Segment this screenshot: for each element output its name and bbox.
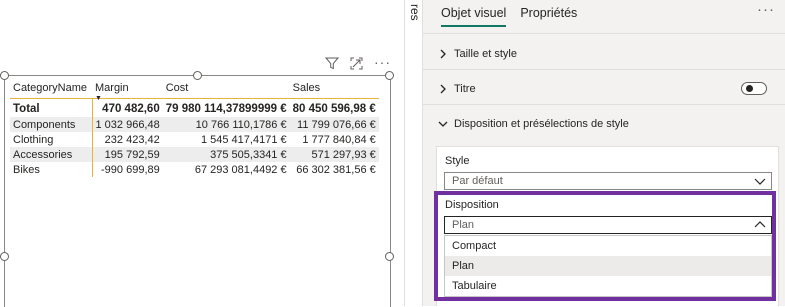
row-margin: 195 792,59	[92, 147, 163, 162]
format-pane: Objet visuel Propriétés ··· Taille et st…	[423, 0, 785, 306]
section-titre[interactable]: Titre	[423, 73, 785, 105]
column-header-cost[interactable]: Cost	[162, 79, 290, 99]
section-label: Disposition et présélections de style	[454, 118, 629, 130]
row-label: Accessories	[10, 147, 93, 162]
disposition-dropdown-value: Plan	[452, 219, 475, 231]
column-header-margin-label: Margin	[95, 82, 129, 94]
chevron-up-icon	[754, 220, 766, 233]
disposition-options-menu: Compact Plan Tabulaire	[444, 235, 772, 297]
matrix-table: CategoryName Margin ▼ Cost Sales Total 47…	[10, 79, 379, 177]
section-label: Titre	[454, 82, 476, 95]
resize-handle-middle-left[interactable]	[0, 252, 9, 261]
row-label: Bikes	[10, 162, 93, 177]
total-row: Total 470 482,60 79 980 114,37899999 € 8…	[10, 98, 379, 117]
section-disposition[interactable]: Disposition et présélections de style	[423, 108, 785, 140]
titre-toggle[interactable]	[741, 82, 767, 95]
collapsed-pane-strip[interactable]	[405, 0, 423, 306]
row-cost: 1 545 417,4171 €	[200, 133, 287, 146]
total-cost: 79 980 114,37899999 €	[165, 102, 287, 115]
row-margin: 1 032 966,48	[92, 117, 163, 132]
row-sales: 11 799 076,66 €	[289, 117, 379, 132]
toggle-knob	[746, 85, 753, 92]
row-margin: 232 423,42	[104, 133, 160, 146]
tabs-divider	[423, 33, 785, 34]
chevron-down-icon	[754, 176, 766, 189]
resize-handle-middle-right[interactable]	[385, 252, 394, 261]
tab-proprietes[interactable]: Propriétés	[520, 6, 577, 27]
table-row[interactable]: Bikes -990 699,89 67 293 081,4492 € 66 3…	[10, 162, 379, 177]
chevron-right-icon	[432, 84, 454, 94]
matrix-header-row: CategoryName Margin ▼ Cost Sales	[10, 79, 379, 102]
style-dropdown[interactable]: Par défaut	[444, 172, 772, 190]
filter-icon[interactable]	[325, 57, 339, 70]
resize-handle-top-left[interactable]	[0, 71, 9, 80]
table-row[interactable]: Accessories 195 792,59 375 505,3341 € 57…	[10, 147, 379, 162]
option-plan[interactable]: Plan	[445, 256, 771, 276]
option-tabulaire[interactable]: Tabulaire	[445, 276, 771, 296]
row-sales: 66 302 381,56 €	[296, 163, 376, 176]
more-options-icon[interactable]: ···	[757, 1, 775, 18]
section-label: Taille et style	[454, 47, 517, 60]
row-cost: 10 766 110,1786 €	[162, 117, 290, 132]
report-canvas: ··· CategoryName Margin ▼ Cost Sales Tota…	[0, 0, 404, 307]
table-row[interactable]: Components 1 032 966,48 10 766 110,1786 …	[10, 117, 379, 132]
total-margin: 470 482,60	[102, 102, 160, 115]
format-tabs: Objet visuel Propriétés	[441, 6, 577, 27]
total-label: Total	[10, 98, 93, 117]
row-label: Clothing	[10, 132, 93, 147]
disposition-dropdown[interactable]: Plan	[444, 216, 772, 234]
column-header-margin[interactable]: Margin ▼	[92, 79, 163, 102]
tab-objet-visuel[interactable]: Objet visuel	[441, 6, 507, 27]
visual-header: ···	[325, 55, 391, 70]
resize-handle-top-right[interactable]	[385, 71, 394, 80]
column-header-sales[interactable]: Sales	[289, 79, 379, 99]
disposition-label: Disposition	[445, 199, 499, 211]
collapsed-pane-label[interactable]: res	[408, 4, 422, 21]
table-row[interactable]: Clothing 232 423,42 1 545 417,4171 € 1 7…	[10, 132, 379, 147]
column-header-categoryname[interactable]: CategoryName	[10, 79, 92, 99]
row-cost: 67 293 081,4492 €	[194, 163, 287, 176]
option-compact[interactable]: Compact	[445, 236, 771, 256]
more-options-icon[interactable]: ···	[374, 55, 391, 69]
section-taille-et-style[interactable]: Taille et style	[423, 38, 785, 70]
total-sales: 80 450 596,98 €	[292, 102, 376, 115]
row-cost: 375 505,3341 €	[162, 147, 290, 162]
chevron-right-icon	[432, 49, 454, 59]
style-dropdown-value: Par défaut	[452, 175, 503, 187]
chevron-down-icon	[432, 120, 454, 128]
style-label: Style	[445, 155, 470, 167]
row-label: Components	[10, 117, 93, 132]
sort-descending-icon: ▼	[95, 95, 102, 102]
row-margin: -990 699,89	[101, 163, 160, 176]
focus-mode-icon[interactable]	[350, 57, 363, 70]
row-sales: 571 297,93 €	[289, 147, 379, 162]
row-sales: 1 777 840,84 €	[302, 133, 376, 146]
